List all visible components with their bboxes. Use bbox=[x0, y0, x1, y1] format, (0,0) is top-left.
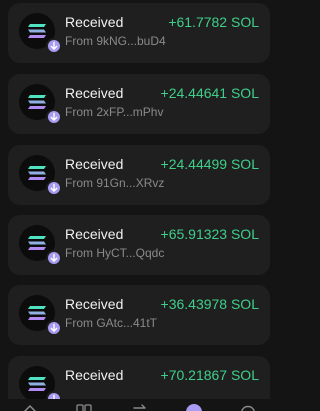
arrow-down-icon bbox=[46, 38, 62, 54]
transaction-item[interactable]: Received From 91Gn...XRvz +24.44499 SOL bbox=[8, 145, 270, 205]
transaction-amount: +65.91323 SOL bbox=[160, 226, 259, 242]
transaction-item[interactable]: Received From HyCT...Qqdc +65.91323 SOL bbox=[8, 215, 270, 275]
transaction-amount: +24.44641 SOL bbox=[160, 85, 259, 101]
arrow-down-icon bbox=[46, 250, 62, 266]
swap-icon[interactable] bbox=[132, 404, 148, 411]
transaction-title: Received bbox=[65, 156, 124, 172]
transaction-sender: From 9kNG...buD4 bbox=[65, 34, 166, 48]
transaction-item[interactable]: Received From 9kNG...buD4 +61.7782 SOL bbox=[8, 3, 270, 63]
transaction-title: Received bbox=[65, 296, 124, 312]
transaction-title: Received bbox=[65, 85, 124, 101]
arrow-down-icon bbox=[46, 180, 62, 196]
transaction-amount: +61.7782 SOL bbox=[168, 14, 259, 30]
transaction-amount: +36.43978 SOL bbox=[160, 296, 259, 312]
transaction-sender: From 91Gn...XRvz bbox=[65, 176, 165, 190]
home-icon[interactable] bbox=[22, 404, 38, 411]
transaction-amount: +24.44499 SOL bbox=[160, 156, 259, 172]
arrow-down-icon bbox=[46, 109, 62, 125]
grid-icon[interactable] bbox=[76, 404, 92, 411]
activity-icon[interactable] bbox=[184, 402, 204, 411]
transaction-amount: +70.21867 SOL bbox=[160, 367, 259, 383]
transaction-sender: From HyCT...Qqdc bbox=[65, 246, 165, 260]
transaction-item[interactable]: Received From GAtc...41tT +36.43978 SOL bbox=[8, 285, 270, 345]
transaction-title: Received bbox=[65, 226, 124, 242]
activity-screen: Received From 9kNG...buD4 +61.7782 SOL R… bbox=[0, 0, 280, 411]
transaction-title: Received bbox=[65, 367, 124, 383]
transaction-sender: From GAtc...41tT bbox=[65, 316, 158, 330]
transaction-sender: From 2xFP...mPhv bbox=[65, 105, 164, 119]
bottom-tab-bar bbox=[0, 399, 280, 411]
transaction-item[interactable]: Received From 2xFP...mPhv +24.44641 SOL bbox=[8, 74, 270, 134]
transaction-title: Received bbox=[65, 14, 124, 30]
arrow-down-icon bbox=[46, 320, 62, 336]
explore-icon[interactable] bbox=[240, 404, 256, 411]
